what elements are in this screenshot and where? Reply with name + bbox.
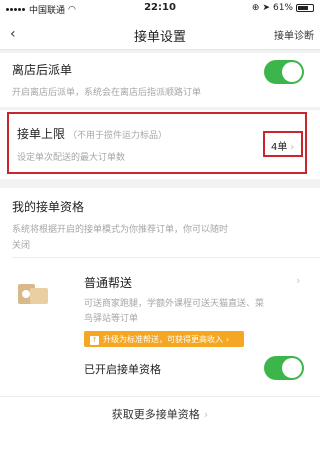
more-qualifications-text: 获取更多接单资格 [111,408,200,421]
battery-icon [296,4,314,12]
battery-percent: 61% [272,3,293,13]
toggle-knob [282,358,302,378]
location-icon: ➤ [262,3,270,13]
upgrade-arrow-icon: ↑ [90,336,99,345]
order-limit-value[interactable]: 4单 › [263,131,303,157]
qualification-title: 我的接单资格 [12,200,85,214]
qualification-enabled-label: 已开启接单资格 [84,363,161,376]
normal-help-chevron-icon[interactable]: › [296,274,300,287]
more-qualifications-link[interactable]: 获取更多接单资格 › [0,406,320,422]
order-limit-value-text: 4单 [271,142,288,153]
upgrade-text: 升级为标准帮送，可获得更高收入 [103,335,223,344]
toggle-knob [282,62,302,82]
off-store-dispatch-title: 离店后派单 [12,63,73,77]
status-bar: 中国联通 ◠ 22:10 ⊕ ➤ 61% [0,0,320,18]
normal-help-title: 普通帮送 [84,276,133,290]
qualification-subtitle-1: 系统将根据开启的接单模式为你推荐订单，你可以随时 [12,225,229,235]
chevron-right-icon: › [226,335,230,344]
order-limit-subtitle: 设定单次配送的最大订单数 [17,153,126,163]
page-title: 接单设置 [133,30,186,45]
nav-bar: ‹ 接单设置 接单诊断 [0,18,320,50]
chevron-right-icon: › [290,142,295,153]
qualification-toggle[interactable] [264,356,304,380]
upgrade-banner[interactable]: ↑ 升级为标准帮送，可获得更高收入 › [84,331,244,347]
order-diagnosis-button[interactable]: 接单诊断 [274,27,314,42]
package-icon [18,278,48,304]
order-limit-note: （不用于揽件运力标品） [68,131,168,141]
normal-help-desc-1: 可送商家跑腿，学额外课程可送天猫直送、菜 [84,299,265,309]
order-limit-title: 接单上限 [17,127,66,141]
qualification-subtitle-2: 关闭 [12,241,31,251]
lock-rotation-icon: ⊕ [251,3,260,13]
normal-help-desc-2: 鸟驿站等订单 [84,314,139,324]
off-store-dispatch-toggle[interactable] [264,60,304,84]
order-limit-row[interactable]: 接单上限 （不用于揽件运力标品） 设定单次配送的最大订单数 4单 › [7,112,307,174]
off-store-dispatch-card: 离店后派单 开启离店后派单，系统会在离店后指派顺路订单 [0,53,320,107]
divider [0,396,320,397]
divider [12,257,320,258]
chevron-right-icon: › [203,408,209,421]
off-store-dispatch-subtitle: 开启离店后派单，系统会在离店后指派顺路订单 [12,88,202,98]
